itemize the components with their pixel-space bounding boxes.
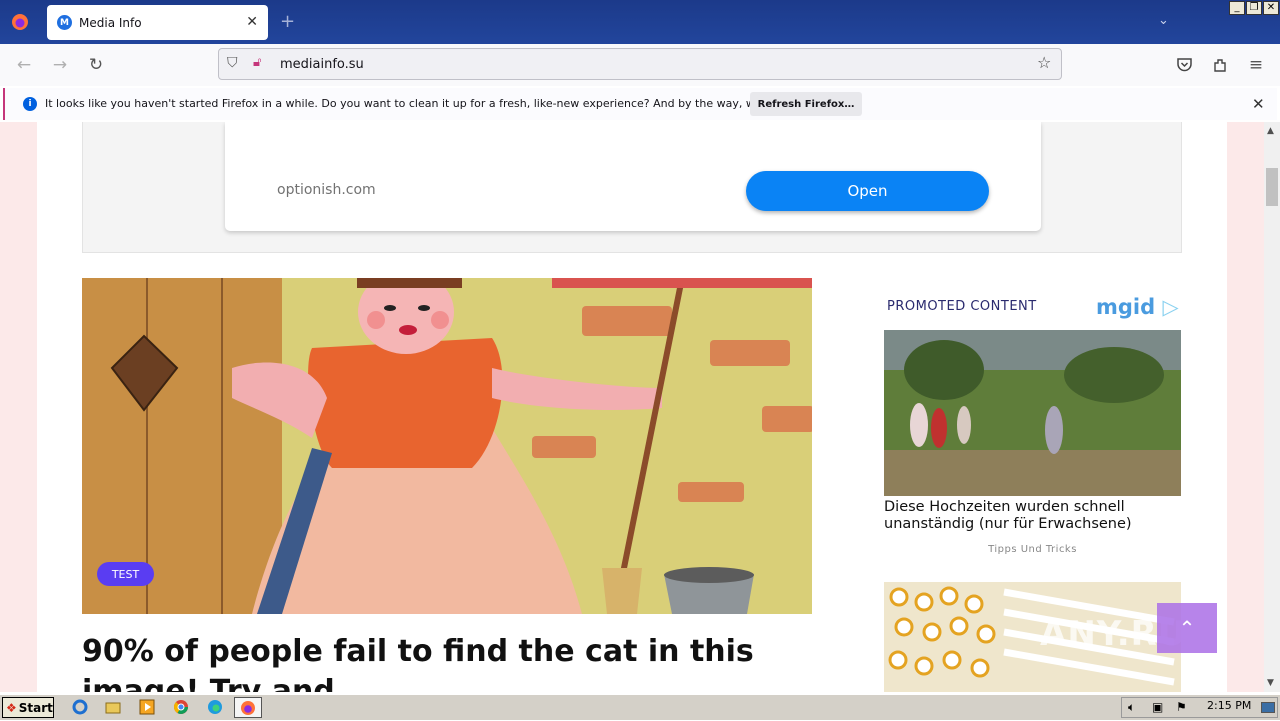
navigation-bar: ← → ↻ ⛉ 🔓︎ mediainfo.su ☆ ≡ (0, 44, 1280, 86)
scrollbar-thumb[interactable] (1266, 168, 1278, 206)
mgid-logo-text: mgid (1096, 295, 1156, 319)
ad-banner: optionish.com Open (82, 122, 1182, 253)
clock[interactable]: 2:15 PM (1207, 699, 1251, 712)
action-center-flag-icon[interactable]: ⚑ (1176, 700, 1187, 714)
notification-message: It looks like you haven't started Firefo… (45, 97, 829, 110)
windows-logo-icon: ❖ (6, 700, 17, 715)
back-icon[interactable]: ← (13, 54, 35, 76)
scroll-down-arrow-icon[interactable]: ▼ (1267, 678, 1274, 688)
page-content: optionish.com Open TEST 90% of people fa… (37, 122, 1227, 692)
ad-open-button[interactable]: Open (746, 171, 989, 211)
promoted-item-title[interactable]: Diese Hochzeiten wurden schnell unanstän… (884, 499, 1181, 533)
new-tab-icon[interactable]: + (280, 11, 295, 32)
firefox-taskbar-button[interactable] (234, 697, 262, 718)
category-tag[interactable]: TEST (97, 562, 154, 586)
media-player-icon[interactable] (139, 699, 155, 715)
info-icon: i (23, 97, 37, 111)
mgid-play-icon: ▷ (1162, 295, 1179, 319)
restore-button[interactable]: ❐ (1246, 1, 1262, 15)
shield-icon[interactable]: ⛉ (227, 55, 238, 71)
article-image[interactable]: TEST (82, 278, 812, 614)
tab-media-info[interactable]: M Media Info ✕ (47, 5, 268, 40)
refresh-firefox-button[interactable]: Refresh Firefox… (750, 92, 862, 116)
forward-icon[interactable]: → (49, 54, 71, 76)
reload-icon[interactable]: ↻ (85, 54, 107, 76)
chrome-icon[interactable] (173, 699, 189, 715)
taskbar: ❖ Start 🔈︎ ▣ ⚑ 2:15 PM (0, 694, 1280, 720)
edge-icon[interactable] (207, 699, 223, 715)
internet-explorer-icon[interactable] (72, 699, 88, 715)
url-text[interactable]: mediainfo.su (280, 57, 364, 72)
volume-icon[interactable]: 🔈︎ (1128, 700, 1135, 715)
tab-label: Media Info (79, 15, 142, 30)
url-bar[interactable]: ⛉ 🔓︎ mediainfo.su ☆ (218, 48, 1062, 80)
start-label: Start (18, 700, 53, 715)
close-notification-icon[interactable]: ✕ (1252, 95, 1265, 113)
promoted-item-image[interactable] (884, 330, 1181, 496)
close-window-button[interactable]: ✕ (1263, 1, 1279, 15)
firefox-menu-icon[interactable] (0, 0, 40, 44)
promoted-item-source[interactable]: Tipps Und Tricks (884, 544, 1181, 555)
insecure-lock-icon[interactable]: 🔓︎ (253, 55, 261, 70)
promoted-content-label: PROMOTED CONTENT (887, 299, 1037, 314)
list-all-tabs-icon[interactable]: ⌄ (1158, 13, 1169, 28)
show-desktop-icon[interactable] (1261, 702, 1275, 713)
vertical-scrollbar[interactable]: ▲ ▼ (1264, 122, 1280, 692)
start-button[interactable]: ❖ Start (2, 697, 54, 718)
pocket-icon[interactable] (1173, 54, 1195, 76)
notification-bar: i It looks like you haven't started Fire… (3, 88, 1277, 120)
scroll-to-top-button[interactable]: ⌃ (1157, 603, 1217, 653)
network-icon[interactable]: ▣ (1152, 700, 1163, 714)
ad-domain: optionish.com (277, 182, 376, 198)
article-headline[interactable]: 90% of people fail to find the cat in th… (82, 632, 842, 692)
media-info-favicon-icon: M (57, 15, 72, 30)
mgid-logo[interactable]: mgid ▷ (1096, 295, 1179, 319)
tab-bar: M Media Info ✕ + ⌄ _ ❐ ✕ (0, 0, 1280, 44)
system-tray: 🔈︎ ▣ ⚑ (1121, 697, 1278, 718)
extensions-icon[interactable] (1209, 54, 1231, 76)
page-viewport: optionish.com Open TEST 90% of people fa… (0, 122, 1264, 692)
scroll-up-arrow-icon[interactable]: ▲ (1267, 126, 1274, 136)
ad-card[interactable]: optionish.com Open (225, 122, 1041, 231)
close-tab-icon[interactable]: ✕ (246, 14, 258, 30)
hamburger-menu-icon[interactable]: ≡ (1245, 54, 1267, 76)
chevron-up-icon: ⌃ (1178, 616, 1196, 640)
minimize-button[interactable]: _ (1229, 1, 1245, 15)
file-explorer-icon[interactable] (105, 699, 121, 715)
bookmark-star-icon[interactable]: ☆ (1037, 53, 1051, 72)
